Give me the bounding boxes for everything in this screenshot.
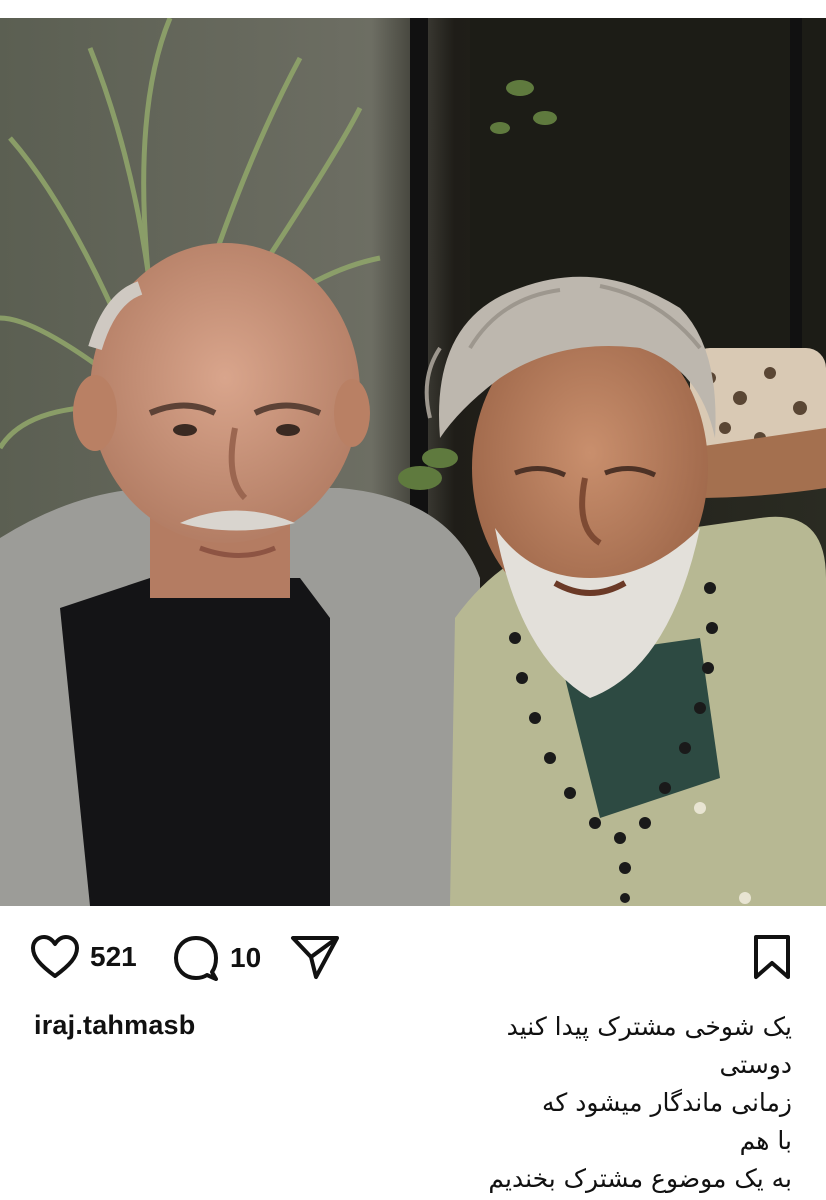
like-count[interactable]: 521	[90, 934, 137, 980]
share-button[interactable]	[290, 934, 340, 980]
post-username[interactable]: iraj.tahmasb	[34, 1010, 195, 1041]
post-photo-image	[0, 18, 826, 906]
speech-bubble-icon	[172, 934, 220, 982]
post-action-bar: 521 10	[0, 922, 826, 992]
post-caption: یک شوخی مشترک پیدا کنید دوستی زمانی ماند…	[272, 1008, 792, 1198]
bookmark-icon	[752, 934, 792, 980]
caption-line: به یک موضوع مشترک بخندیم	[488, 1164, 792, 1193]
comment-button[interactable]: 10	[172, 934, 261, 982]
save-button[interactable]	[752, 934, 792, 980]
heart-outline-icon	[30, 934, 80, 980]
caption-line: با هم	[739, 1126, 792, 1155]
caption-line: یک شوخی مشترک پیدا کنید	[506, 1012, 792, 1041]
caption-line: دوستی	[719, 1050, 792, 1079]
post-photo[interactable]	[0, 18, 826, 906]
comment-count[interactable]: 10	[230, 935, 261, 981]
paper-plane-icon	[290, 934, 340, 980]
caption-line: زمانی ماندگار میشود که	[542, 1088, 792, 1117]
instagram-post: 521 10 iraj.tahmasb یک شوخی مشترک پیدا ک…	[0, 0, 826, 1200]
like-button[interactable]: 521	[30, 934, 137, 980]
